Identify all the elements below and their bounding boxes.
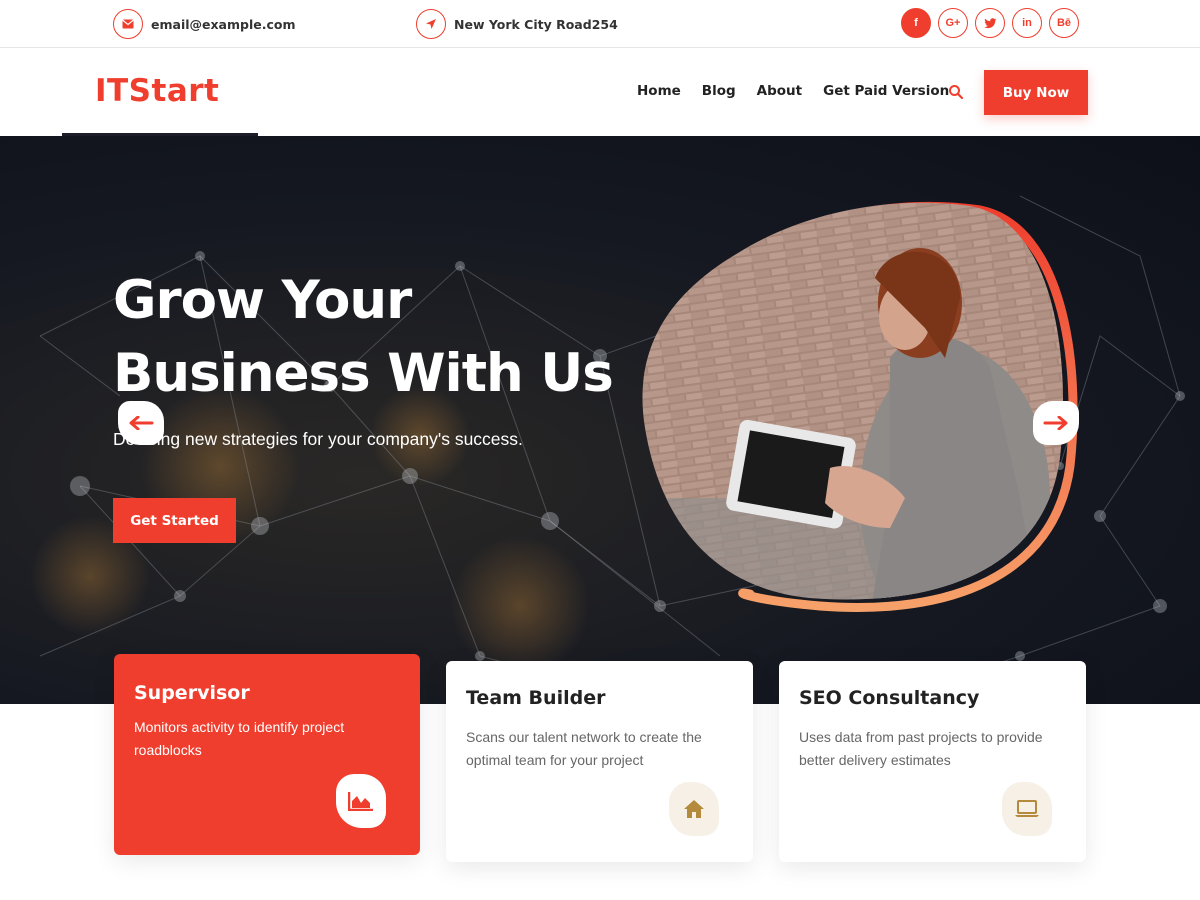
top-bar: email@example.com New York City Road254 …: [0, 0, 1200, 48]
card-text: Monitors activity to identify project ro…: [134, 719, 345, 758]
location-arrow-icon: [416, 9, 446, 39]
contact-address: New York City Road254: [416, 9, 618, 39]
social-links: f G+ in Bē: [901, 8, 1079, 38]
home-icon: [669, 782, 719, 836]
laptop-icon: [1002, 782, 1052, 836]
address-text: New York City Road254: [454, 16, 618, 32]
hero-slider: Grow Your Business With Us Devising new …: [0, 136, 1200, 704]
hero-subtitle: Devising new strategies for your company…: [113, 429, 523, 449]
hero-title-line-2: Business With Us: [113, 343, 614, 404]
search-icon[interactable]: [948, 84, 966, 102]
site-header: ITStart Home Blog About Get Paid Version…: [0, 49, 1200, 136]
nav-home[interactable]: Home: [637, 83, 681, 99]
nav-get-paid-version[interactable]: Get Paid Version: [823, 83, 949, 99]
feature-card-seo-consultancy[interactable]: SEO Consultancy Uses data from past proj…: [779, 661, 1086, 862]
nav-blog[interactable]: Blog: [702, 83, 736, 99]
buy-now-button[interactable]: Buy Now: [984, 70, 1088, 115]
twitter-icon[interactable]: [975, 8, 1005, 38]
feature-card-supervisor[interactable]: Supervisor Monitors activity to identify…: [114, 654, 420, 855]
behance-icon[interactable]: Bē: [1049, 8, 1079, 38]
card-title: Team Builder: [466, 687, 606, 709]
envelope-icon: [113, 9, 143, 39]
facebook-icon[interactable]: f: [901, 8, 931, 38]
prev-slide-button[interactable]: [118, 401, 164, 445]
chart-icon: [336, 774, 386, 828]
nav-about[interactable]: About: [757, 83, 802, 99]
arrow-right-icon: [1043, 416, 1068, 430]
card-text: Scans our talent network to create the o…: [466, 729, 702, 768]
hero-image: [640, 198, 1080, 614]
card-text: Uses data from past projects to provide …: [799, 729, 1043, 768]
main-nav: Home Blog About Get Paid Version: [637, 83, 970, 99]
arrow-left-icon: [129, 416, 154, 430]
google-plus-icon[interactable]: G+: [938, 8, 968, 38]
contact-email[interactable]: email@example.com: [113, 9, 296, 39]
hero-title-line-1: Grow Your: [113, 270, 412, 331]
next-slide-button[interactable]: [1033, 401, 1079, 445]
site-logo[interactable]: ITStart: [95, 73, 219, 109]
feature-card-team-builder[interactable]: Team Builder Scans our talent network to…: [446, 661, 753, 862]
linkedin-icon[interactable]: in: [1012, 8, 1042, 38]
hero-title: Grow Your Business With Us: [113, 264, 633, 410]
card-title: Supervisor: [134, 682, 250, 704]
card-title: SEO Consultancy: [799, 687, 980, 709]
email-text: email@example.com: [151, 16, 296, 32]
get-started-button[interactable]: Get Started: [113, 498, 236, 543]
